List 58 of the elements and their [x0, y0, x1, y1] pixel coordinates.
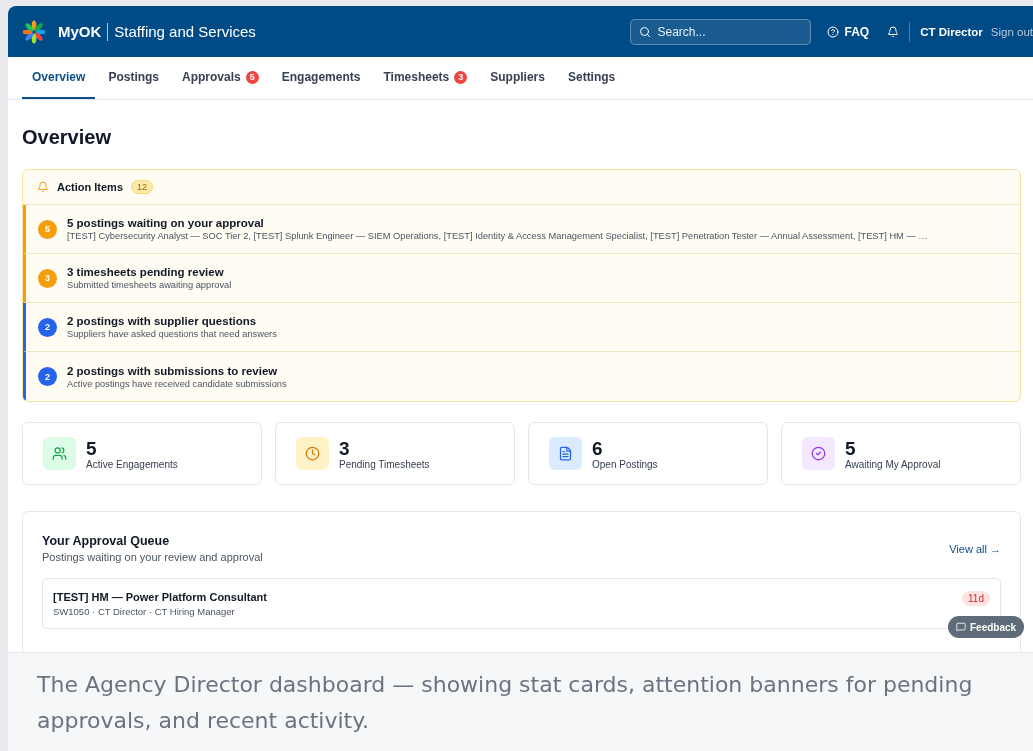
- bell-icon: [37, 181, 49, 193]
- count-badge: 2: [38, 367, 57, 386]
- stat-label: Active Engagements: [86, 458, 178, 470]
- count-badge: 12: [131, 180, 154, 194]
- card-title: Your Approval Queue: [42, 534, 171, 548]
- count-badge: 5: [245, 70, 259, 84]
- age-badge: 11d: [962, 591, 990, 606]
- action-item-description: [TEST] Cybersecurity Analyst — SOC Tier 2, [TEST] Splunk Engineer — SIEM Operations, [TEST] Identity & Access Management Specialist, [TEST] Penetration Tester — Annual Assessment, [TEST] HM — …: [67, 231, 928, 241]
- page-title: Overview: [22, 126, 112, 149]
- stat-value: 5: [86, 437, 98, 459]
- product-name: Staffing and Services: [114, 23, 256, 40]
- brand-name: MyOK: [58, 23, 102, 40]
- action-item-description: Submitted timesheets awaiting approval: [67, 280, 232, 290]
- stat-label: Open Postings: [592, 458, 658, 470]
- nav-tab[interactable]: Approvals 5: [172, 57, 269, 99]
- nav-tab[interactable]: Settings: [557, 57, 626, 99]
- bell-icon[interactable]: [887, 25, 900, 38]
- stat-label: Pending Timesheets: [339, 458, 430, 470]
- count-badge: 5: [38, 219, 57, 239]
- stat-value: 3: [339, 437, 351, 459]
- nav-tab[interactable]: Overview: [22, 57, 96, 99]
- document-icon: [549, 437, 582, 470]
- help-icon: [826, 25, 839, 38]
- message-icon: [956, 622, 966, 632]
- search-icon: [638, 25, 651, 38]
- panel-title: Action Items: [57, 181, 123, 193]
- action-item-title: 2 postings with submissions to review: [67, 364, 279, 377]
- action-item-description: Suppliers have asked questions that need answers: [67, 329, 277, 339]
- stat-value: 6: [592, 437, 604, 459]
- posting-title: [TEST] HM — Power Platform Consultant: [53, 590, 267, 603]
- clock-icon: [296, 437, 329, 470]
- view-all-link[interactable]: View all →: [949, 542, 1001, 555]
- posting-meta: SW1050 · CT Director · CT Hiring Manager: [53, 605, 236, 617]
- nav-tab[interactable]: Postings: [98, 57, 170, 99]
- action-item-title: 3 timesheets pending review: [67, 266, 225, 278]
- action-item[interactable]: [23, 205, 1020, 254]
- stat-label: Awaiting My Approval: [845, 458, 941, 470]
- action-item[interactable]: 3 3 timesheets pending review Submitted timesheets awaiting approval: [23, 254, 1020, 303]
- caption: The Agency Director dashboard — showing stat cards, attention banners for pending approvals, and recent activity.: [8, 652, 1033, 751]
- sign-out-link[interactable]: Sign out: [990, 25, 1033, 38]
- action-item[interactable]: 2 2 postings with submissions to review Active postings have received candidate submissions: [23, 352, 1020, 401]
- logo-icon: [22, 19, 46, 44]
- action-item-title: 5 postings waiting on your approval: [67, 217, 265, 229]
- count-badge: 2: [38, 317, 57, 337]
- action-item-title: 2 postings with supplier questions: [67, 315, 258, 327]
- users-icon: [43, 437, 76, 470]
- feedback-button[interactable]: Feedback: [948, 616, 1025, 638]
- count-badge: 3: [38, 268, 57, 288]
- nav-tab[interactable]: Timesheets 3: [373, 57, 478, 99]
- action-item-description: Active postings have received candidate submissions: [67, 378, 287, 389]
- stat-value: 5: [845, 437, 857, 459]
- nav-tab[interactable]: Suppliers: [480, 57, 555, 99]
- nav-tab[interactable]: Engagements: [271, 57, 371, 99]
- user-name: CT Director: [920, 25, 983, 38]
- count-badge: 3: [454, 70, 468, 84]
- card-subtitle: Postings waiting on your review and approval: [42, 551, 263, 563]
- faq-button[interactable]: FAQ: [826, 24, 870, 39]
- action-item[interactable]: 2 2 postings with supplier questions Suppliers have asked questions that need answers: [23, 303, 1020, 352]
